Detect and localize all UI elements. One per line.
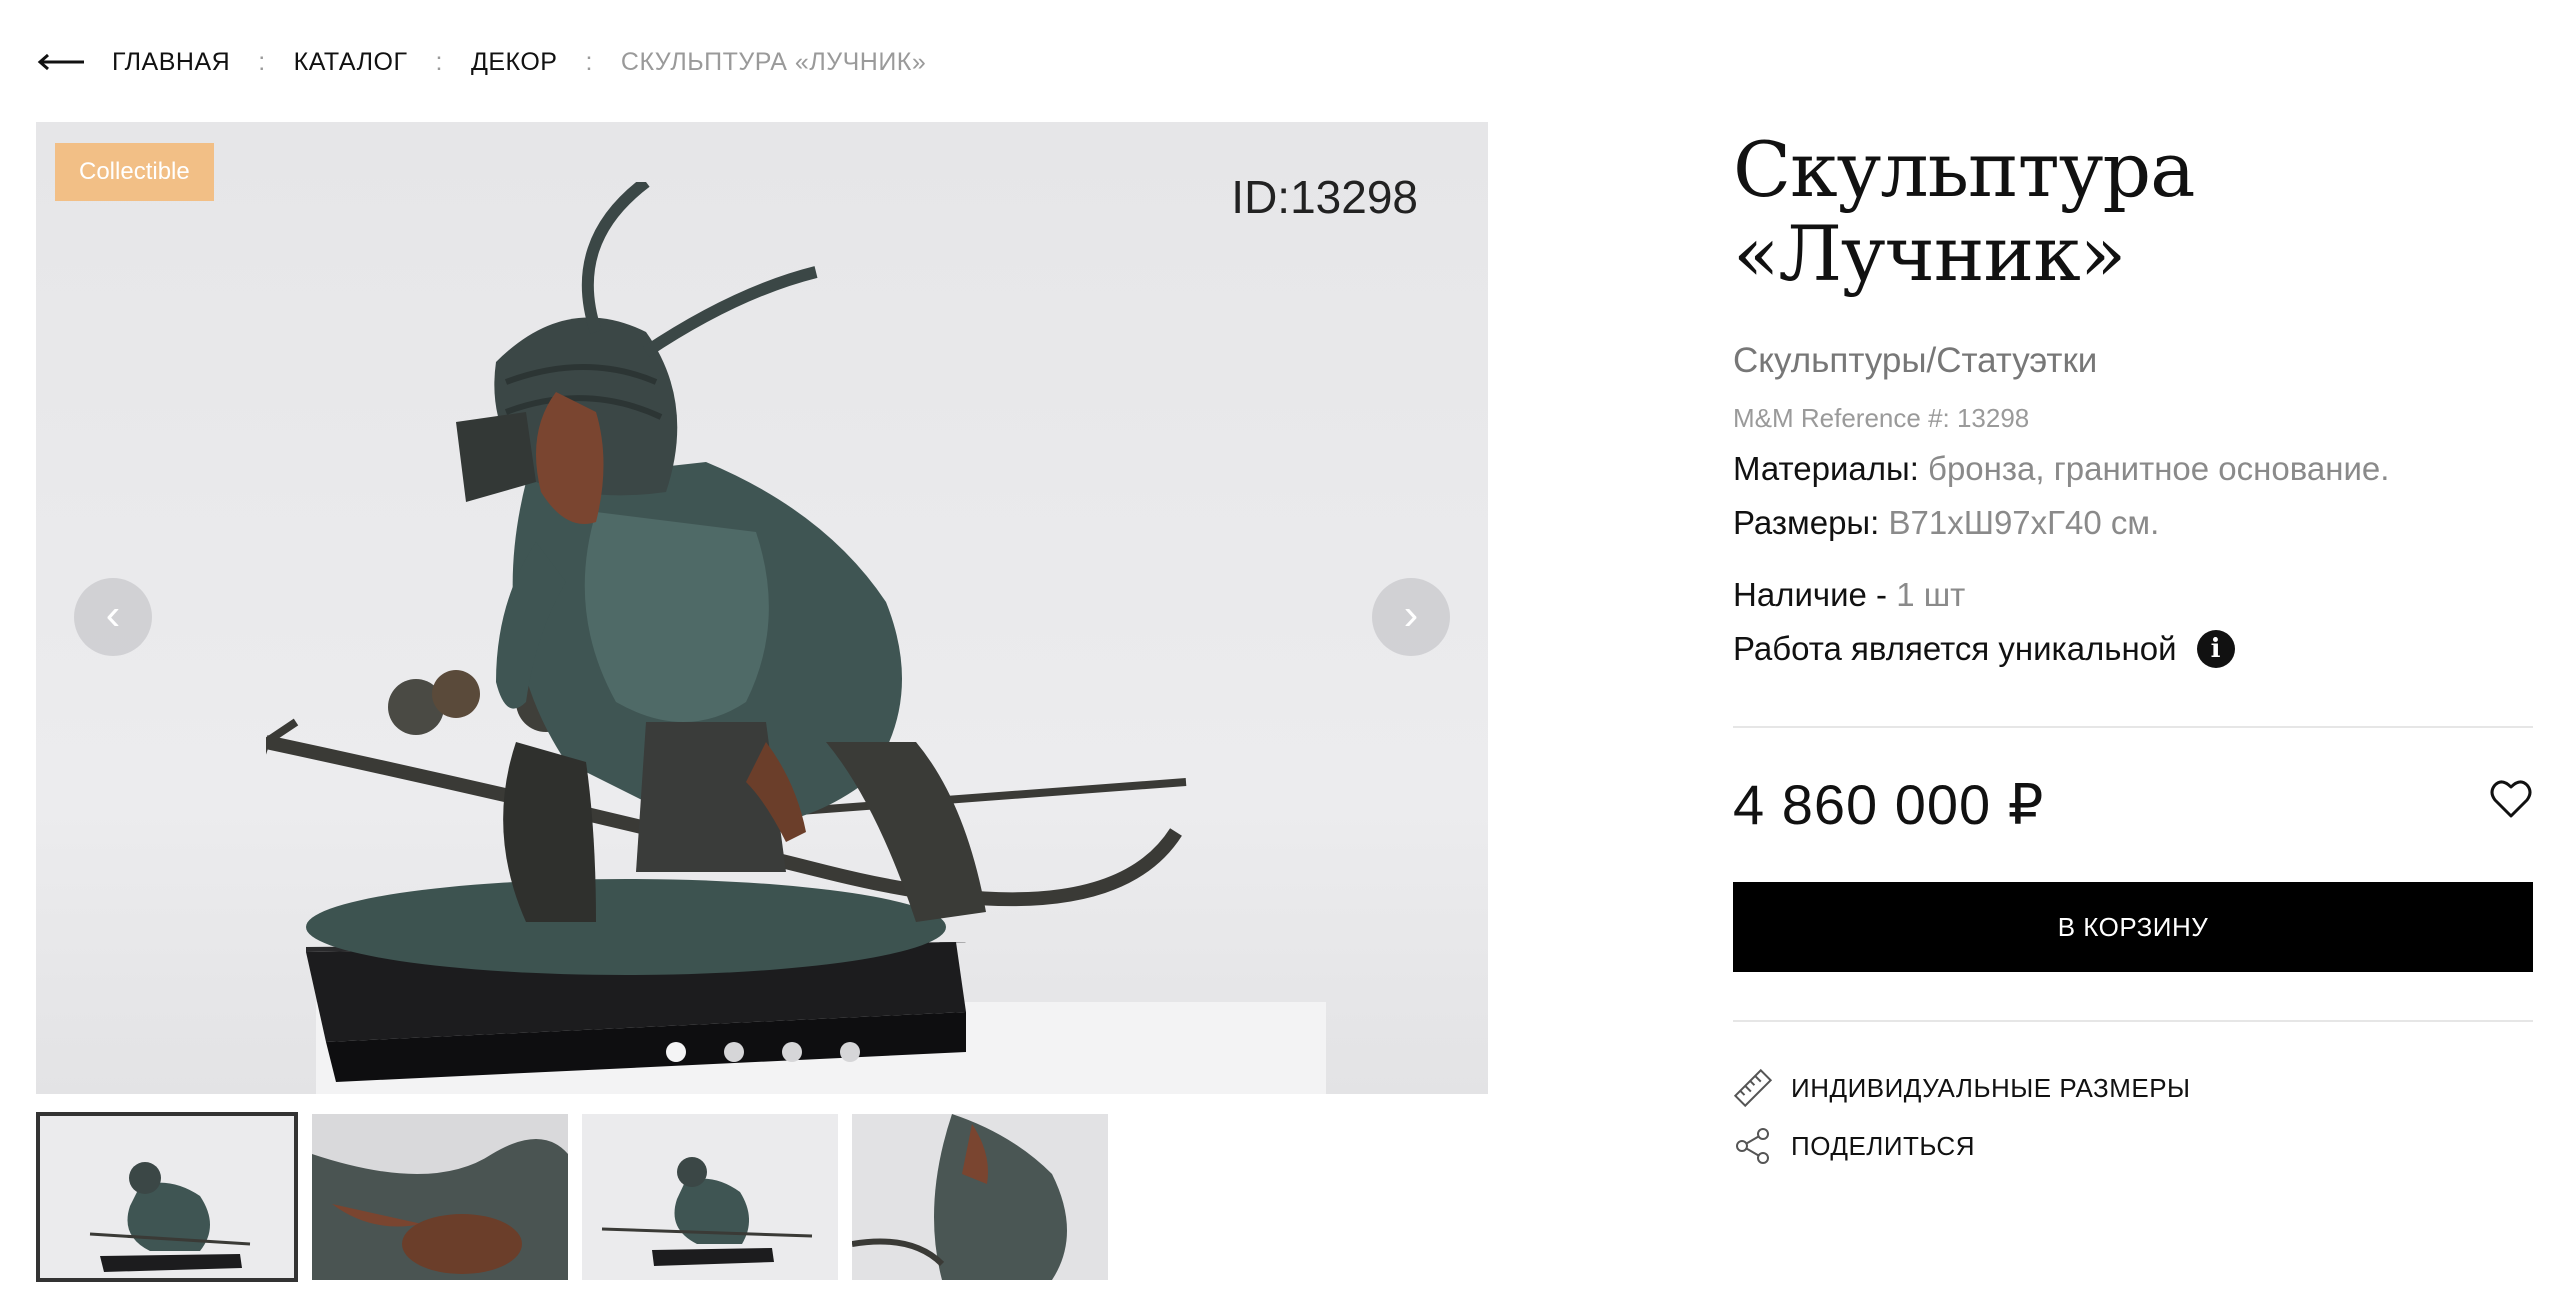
size-value: В71хШ97хГ40 см. xyxy=(1888,504,2160,542)
product-availability: Наличие - 1 шт xyxy=(1733,576,2533,614)
heart-icon[interactable] xyxy=(2489,778,2533,820)
ruler-icon xyxy=(1733,1068,1773,1108)
gallery-dot[interactable] xyxy=(782,1042,802,1062)
gallery-prev-button[interactable]: ‹ xyxy=(74,578,152,656)
share-label: ПОДЕЛИТЬСЯ xyxy=(1791,1130,1975,1161)
back-arrow-icon[interactable] xyxy=(36,52,84,72)
gallery-dot[interactable] xyxy=(724,1042,744,1062)
thumbnail-4[interactable] xyxy=(852,1114,1108,1280)
unique-text: Работа является уникальной xyxy=(1733,630,2177,668)
share-link[interactable]: ПОДЕЛИТЬСЯ xyxy=(1733,1126,2533,1166)
gallery-dots xyxy=(666,1042,860,1062)
sculpture-image xyxy=(266,182,1187,1082)
breadcrumb-separator: : xyxy=(258,47,266,76)
materials-label: Материалы: xyxy=(1733,450,1919,488)
breadcrumb-current: СКУЛЬПТУРА «ЛУЧНИК» xyxy=(620,47,927,76)
custom-sizes-label: ИНДИВИДУАЛЬНЫЕ РАЗМЕРЫ xyxy=(1791,1072,2191,1103)
thumbnail-1[interactable] xyxy=(36,1112,298,1282)
breadcrumb-home[interactable]: ГЛАВНАЯ xyxy=(112,48,230,77)
thumbnail-3[interactable] xyxy=(582,1114,838,1280)
product-price: 4 860 000 ₽ xyxy=(1733,773,2045,837)
availability-value: 1 шт xyxy=(1896,576,1966,614)
breadcrumb-decor[interactable]: ДЕКОР xyxy=(471,48,558,77)
product-unique: Работа является уникальной i xyxy=(1733,630,2533,669)
materials-value: бронза, гранитное основание. xyxy=(1928,450,2390,488)
breadcrumb-separator: : xyxy=(435,47,443,76)
divider xyxy=(1733,1020,2533,1023)
thumbnail-2[interactable] xyxy=(312,1114,568,1280)
thumbnail-strip xyxy=(36,1112,1108,1282)
breadcrumb-separator: : xyxy=(585,47,593,76)
item-id: ID:13298 xyxy=(1231,171,1418,223)
gallery-next-button[interactable]: › xyxy=(1372,578,1450,656)
product-reference: M&M Reference #: 13298 xyxy=(1733,403,2030,434)
availability-label: Наличие - xyxy=(1733,576,1888,614)
gallery-dot[interactable] xyxy=(840,1042,860,1062)
divider xyxy=(1733,726,2533,729)
share-icon xyxy=(1733,1126,1773,1166)
size-label: Размеры: xyxy=(1733,504,1880,542)
info-icon[interactable]: i xyxy=(2196,630,2235,669)
collectible-badge: Collectible xyxy=(55,143,214,201)
custom-sizes-link[interactable]: ИНДИВИДУАЛЬНЫЕ РАЗМЕРЫ xyxy=(1733,1068,2533,1108)
breadcrumb: ГЛАВНАЯ : КАТАЛОГ : ДЕКОР : СКУЛЬПТУРА «… xyxy=(36,40,926,84)
product-gallery[interactable]: Collectible ID:13298 ‹ › xyxy=(36,122,1488,1094)
product-materials: Материалы: бронза, гранитное основание. xyxy=(1733,450,2533,488)
product-size: Размеры: В71хШ97хГ40 см. xyxy=(1733,504,2533,542)
price-row: 4 860 000 ₽ xyxy=(1733,772,2533,838)
breadcrumb-catalog[interactable]: КАТАЛОГ xyxy=(294,48,408,77)
product-title: Скульптура «Лучник» xyxy=(1733,125,2195,298)
add-to-cart-button[interactable]: В КОРЗИНУ xyxy=(1733,882,2533,973)
product-info: Скульптура «Лучник» Скульптуры/Статуэтки… xyxy=(1733,128,2533,1166)
product-category: Скульптуры/Статуэтки xyxy=(1733,341,2098,381)
gallery-dot[interactable] xyxy=(666,1042,686,1062)
